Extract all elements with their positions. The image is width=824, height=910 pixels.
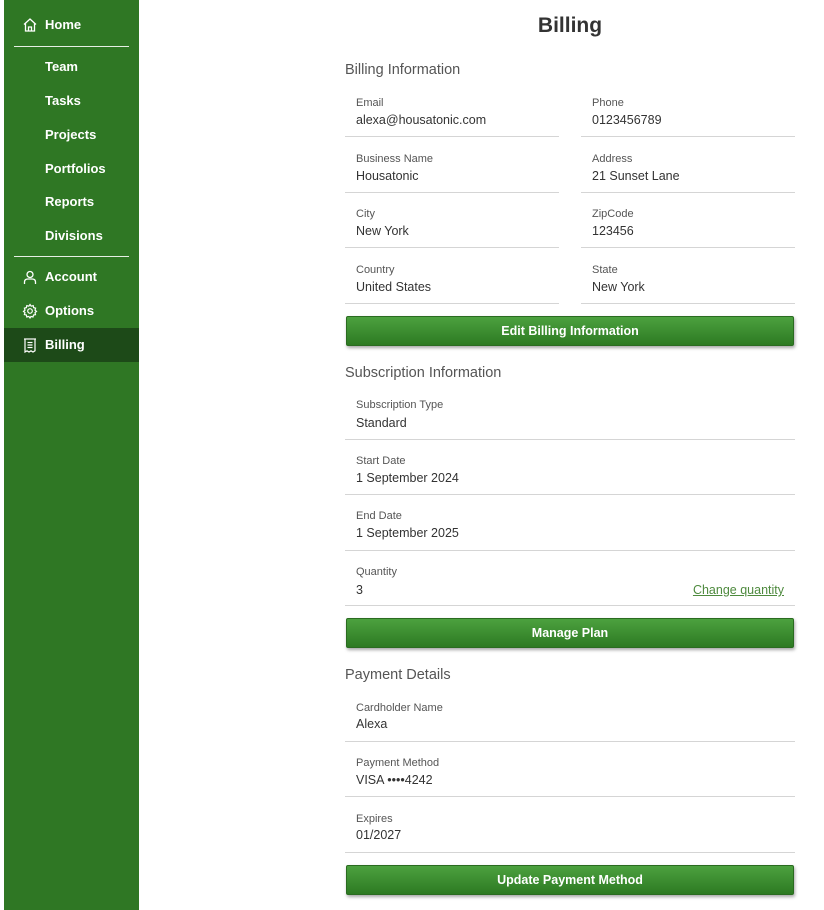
billing-info-heading: Billing Information [345,62,461,78]
home-icon [22,17,38,33]
sidebar-divider [14,46,129,47]
sidebar-item-label: Billing [45,337,85,352]
gear-icon [22,303,38,320]
sidebar-divider [14,256,129,257]
payment-details-heading: Payment Details [345,667,451,683]
sidebar-item-tasks[interactable]: Tasks [4,84,139,118]
update-payment-button[interactable]: Update Payment Method [346,865,794,895]
edit-billing-button[interactable]: Edit Billing Information [346,316,794,346]
field-label: City [356,208,375,220]
field-label: State [592,264,618,276]
field-value: 3 [356,583,363,597]
sidebar-item-divisions[interactable]: Divisions [4,219,139,253]
country-field: Country United States [345,259,559,304]
business-name-field: Business Name Housatonic [345,148,559,193]
sidebar-item-projects[interactable]: Projects [4,118,139,152]
cardholder-name-field: Cardholder Name Alexa [345,697,795,742]
field-value: Alexa [356,717,388,731]
field-label: Business Name [356,153,434,165]
sidebar-item-options[interactable]: Options [4,294,139,328]
receipt-icon [22,337,38,354]
end-date-field: End Date 1 September 2025 [345,505,795,551]
manage-plan-button[interactable]: Manage Plan [346,618,794,648]
sidebar-item-label: Options [45,303,95,318]
field-value: 01/2027 [356,828,402,842]
sidebar-item-label: Divisions [45,228,103,243]
field-label: Quantity [356,566,397,578]
sidebar-item-portfolios[interactable]: Portfolios [4,152,139,186]
field-label: Phone [592,97,624,109]
quantity-field: Quantity 3 Change quantity [345,561,795,606]
field-label: Cardholder Name [356,702,443,714]
field-label: Payment Method [356,757,440,769]
expires-field: Expires 01/2027 [345,808,795,853]
field-label: ZipCode [592,208,634,220]
sidebar-item-reports[interactable]: Reports [4,185,139,219]
start-date-field: Start Date 1 September 2024 [345,450,795,495]
phone-field: Phone 0123456789 [581,92,795,137]
field-value: alexa@housatonic.com [356,113,487,127]
field-value: 21 Sunset Lane [592,169,680,183]
field-label: Subscription Type [356,399,444,411]
sidebar-item-label: Team [45,59,78,74]
field-value: 1 September 2024 [356,471,459,485]
field-value: 1 September 2025 [356,526,459,540]
field-label: Expires [356,813,393,825]
field-value: 0123456789 [592,113,662,127]
field-label: Country [356,264,395,276]
sidebar-item-label: Projects [45,127,97,142]
sidebar-item-label: Account [45,269,97,284]
field-value: VISA ••••4242 [356,773,433,787]
page-title: Billing [537,14,603,37]
sidebar-item-label: Tasks [45,93,81,108]
sidebar-item-account[interactable]: Account [4,260,139,294]
city-field: City New York [345,203,559,248]
subscription-type-field: Subscription Type Standard [345,394,795,440]
sidebar-item-home[interactable]: Home [4,8,139,42]
sidebar-item-team[interactable]: Team [4,50,139,84]
field-value: Standard [356,416,407,430]
field-value: Housatonic [356,169,419,183]
user-icon [22,269,38,285]
email-field: Email alexa@housatonic.com [345,92,559,137]
field-label: Address [592,153,633,165]
sidebar-item-label: Home [45,17,82,32]
zipcode-field: ZipCode 123456 [581,203,795,248]
state-field: State New York [581,259,795,304]
sidebar-item-label: Portfolios [45,161,106,176]
sidebar-item-label: Reports [45,194,95,209]
field-label: Email [356,97,384,109]
change-quantity-link[interactable]: Change quantity [693,583,784,597]
field-value: New York [592,280,645,294]
payment-method-field: Payment Method VISA ••••4242 [345,752,795,797]
field-value: 123456 [592,224,634,238]
field-label: Start Date [356,455,406,467]
sidebar: Home Team Tasks Projects Portfolios Repo… [4,0,139,910]
field-value: United States [356,280,432,294]
sidebar-item-billing[interactable]: Billing [4,328,139,362]
address-field: Address 21 Sunset Lane [581,148,795,193]
subscription-info-heading: Subscription Information [345,365,502,381]
field-label: End Date [356,510,402,522]
field-value: New York [356,224,409,238]
